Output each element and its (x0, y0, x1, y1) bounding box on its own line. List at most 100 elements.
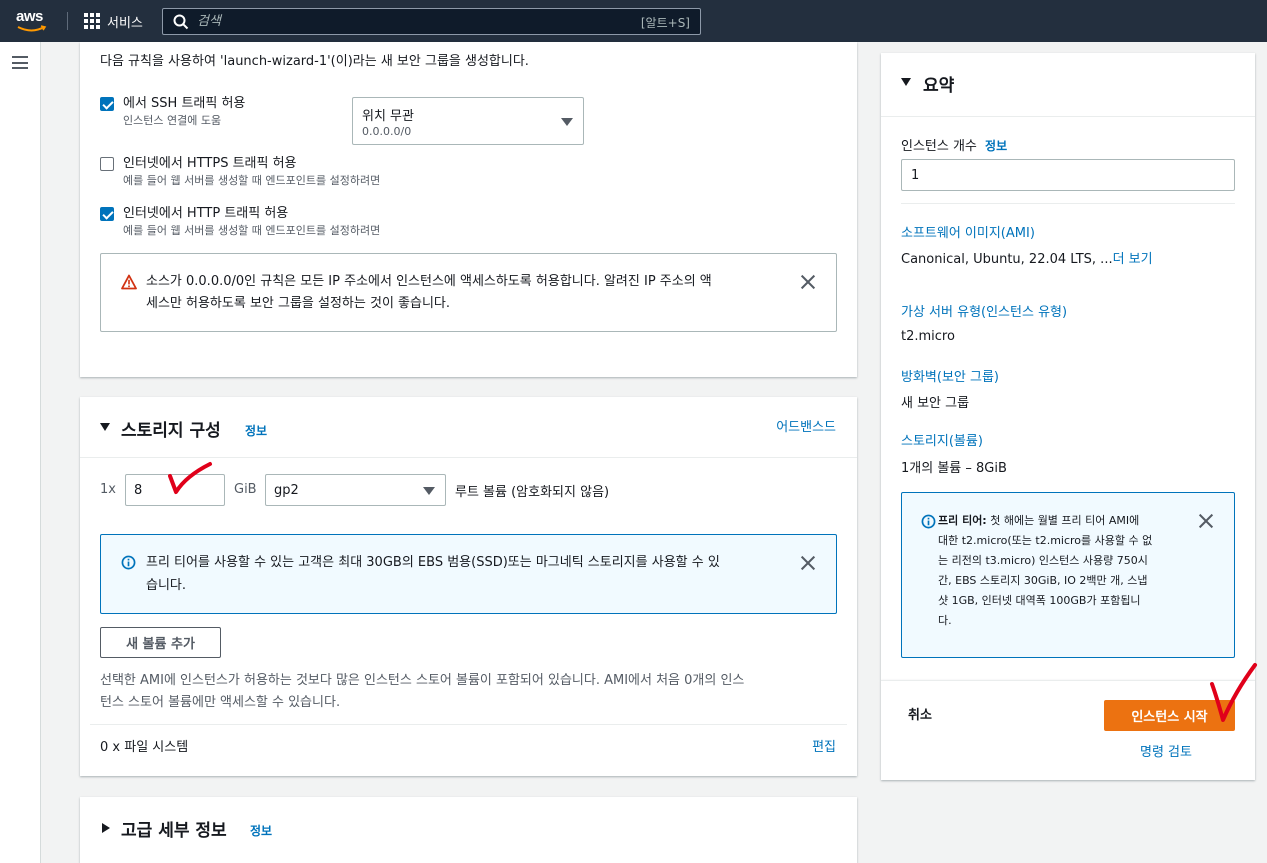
close-icon[interactable] (1199, 514, 1213, 528)
ami-link[interactable]: 소프트웨어 이미지(AMI) (901, 222, 1035, 241)
warning-text-line: 소스가 0.0.0.0/0인 규칙은 모든 IP 주소에서 인스턴스에 액세스하… (146, 274, 712, 289)
caret-down-icon (561, 118, 573, 126)
cancel-button[interactable]: 취소 (908, 704, 932, 723)
free-tier-line: 는 리전의 t3.micro) 인스턴스 사용량 750시 (938, 554, 1148, 567)
instance-type-link[interactable]: 가상 서버 유형(인스턴스 유형) (901, 301, 1067, 320)
summary-panel: 요약 인스턴스 개수 정보 소프트웨어 이미지(AMI) Canonical, … (881, 53, 1255, 680)
http-sublabel: 예를 들어 웹 서버를 생성할 때 엔드포인트를 설정하려면 (123, 224, 381, 237)
storage-info-line: 습니다. (146, 578, 187, 593)
instance-count-info-link[interactable]: 정보 (985, 139, 1007, 153)
aws-smile-icon (17, 25, 47, 32)
https-checkbox[interactable] (100, 157, 114, 171)
free-tier-summary-alert: 프리 티어: 첫 해에는 월별 프리 티어 AMI에 대한 t2.micro(또… (901, 492, 1235, 658)
rule-http: 인터넷에서 HTTP 트래픽 허용 예를 들어 웹 서버를 생성할 때 엔드포인… (100, 205, 380, 239)
top-navigation: aws 서비스 [알트+S] (0, 0, 1267, 42)
source-select-value: 위치 무관 (362, 109, 414, 124)
ami-value-text: Canonical, Ubuntu, 22.04 LTS, ... (901, 252, 1113, 267)
storage-link[interactable]: 스토리지(볼륨) (901, 430, 983, 449)
root-volume-label: 루트 볼륨 (암호화되지 않음) (455, 485, 610, 500)
http-label: 인터넷에서 HTTP 트래픽 허용 (123, 206, 289, 221)
services-label: 서비스 (107, 15, 143, 31)
menu-icon[interactable] (12, 56, 28, 69)
advanced-link[interactable]: 어드밴스드 (776, 416, 836, 435)
expand-icon[interactable] (102, 823, 110, 833)
services-menu-button[interactable]: 서비스 (84, 10, 143, 32)
advanced-title: 고급 세부 정보 (121, 821, 227, 841)
free-tier-line: 대한 t2.micro(또는 t2.micro를 사용할 수 없 (938, 534, 1153, 547)
instance-count-label-text: 인스턴스 개수 (901, 139, 977, 154)
volume-unit: GiB (234, 482, 257, 497)
free-tier-text: 프리 티어: 첫 해에는 월별 프리 티어 AMI에 대한 t2.micro(또… (938, 511, 1186, 631)
storage-title: 스토리지 구성 (121, 421, 221, 441)
instance-count-input[interactable] (901, 159, 1235, 191)
summary-title: 요약 (923, 76, 955, 96)
summary-header: 요약 (881, 53, 1255, 117)
volume-multiplier: 1x (100, 482, 116, 497)
free-tier-line-text: 첫 해에는 월별 프리 티어 AMI에 (986, 514, 1140, 527)
check-mark-annotation (1210, 663, 1257, 722)
free-tier-line: 샷 1GB, 인터넷 대역폭 100GB가 포함됩니 (938, 594, 1141, 607)
instance-store-note: 선택한 AMI에 인스턴스가 허용하는 것보다 많은 인스턴스 스토어 볼륨이 … (100, 670, 840, 714)
search-icon (173, 14, 189, 30)
free-tier-line: 프리 티어: 첫 해에는 월별 프리 티어 AMI에 (938, 511, 1186, 531)
collapse-icon[interactable] (100, 423, 110, 431)
close-icon[interactable] (801, 275, 815, 289)
file-systems-label: 0 x 파일 시스템 (100, 740, 189, 755)
storage-info-link[interactable]: 정보 (245, 422, 267, 439)
warning-icon (121, 274, 137, 290)
search-shortcut: [알트+S] (640, 16, 690, 30)
free-tier-bold: 프리 티어: (938, 514, 987, 527)
instance-count-label: 인스턴스 개수 정보 (901, 135, 1007, 154)
nav-divider (67, 12, 68, 30)
ami-more-link[interactable]: 더 보기 (1113, 252, 1153, 267)
note-line: 턴스 스토어 볼륨에만 액세스할 수 있습니다. (100, 695, 341, 710)
ami-value: Canonical, Ubuntu, 22.04 LTS, ...더 보기 (901, 248, 1153, 267)
warning-text: 소스가 0.0.0.0/0인 규칙은 모든 IP 주소에서 인스턴스에 액세스하… (146, 271, 786, 315)
source-select-cidr: 0.0.0.0/0 (362, 125, 412, 138)
instance-type-value: t2.micro (901, 329, 955, 344)
search-box[interactable]: [알트+S] (162, 8, 701, 35)
security-group-description: 다음 규칙을 사용하여 'launch-wizard-1'(이)라는 새 보안 … (100, 54, 529, 69)
storage-panel: 스토리지 구성 정보 어드밴스드 1x GiB gp2 루트 볼륨 (암호화되지… (80, 397, 857, 776)
https-sublabel: 예를 들어 웹 서버를 생성할 때 엔드포인트를 설정하려면 (123, 174, 381, 187)
aws-logo[interactable]: aws (16, 8, 56, 34)
caret-down-icon (423, 487, 435, 495)
volume-type-select[interactable]: gp2 (265, 474, 446, 506)
https-label: 인터넷에서 HTTPS 트래픽 허용 (123, 156, 297, 171)
aws-logo-text: aws (16, 8, 43, 25)
ssh-label: 에서 SSH 트래픽 허용 (123, 96, 246, 111)
divider (90, 724, 847, 725)
http-checkbox[interactable] (100, 207, 114, 221)
firewall-value: 새 보안 그룹 (901, 396, 970, 411)
left-rail (0, 42, 41, 863)
grid-icon (84, 13, 100, 29)
storage-info-text: 프리 티어를 사용할 수 있는 고객은 최대 30GB의 EBS 범용(SSD)… (146, 551, 786, 597)
free-tier-storage-alert: 프리 티어를 사용할 수 있는 고객은 최대 30GB의 EBS 범용(SSD)… (100, 534, 837, 614)
advanced-info-link[interactable]: 정보 (250, 822, 272, 839)
security-warning-alert: 소스가 0.0.0.0/0인 규칙은 모든 IP 주소에서 인스턴스에 액세스하… (100, 253, 837, 332)
review-commands-link[interactable]: 명령 검토 (1140, 741, 1192, 760)
advanced-details-panel[interactable]: 고급 세부 정보 정보 (80, 797, 857, 863)
info-icon (121, 555, 136, 570)
add-volume-button[interactable]: 새 볼륨 추가 (100, 627, 221, 658)
ssh-checkbox[interactable] (100, 97, 114, 111)
warning-text-line: 세스만 허용하도록 보안 그룹을 설정하는 것이 좋습니다. (146, 296, 451, 311)
free-tier-line: 간, EBS 스토리지 30GiB, IO 2백만 개, 스냅 (938, 574, 1148, 587)
firewall-link[interactable]: 방화벽(보안 그룹) (901, 366, 999, 385)
rule-https: 인터넷에서 HTTPS 트래픽 허용 예를 들어 웹 서버를 생성할 때 엔드포… (100, 155, 380, 189)
security-group-panel: 다음 규칙을 사용하여 'launch-wizard-1'(이)라는 새 보안 … (80, 42, 857, 377)
summary-footer: 취소 인스턴스 시작 명령 검토 (881, 680, 1255, 780)
ssh-source-select[interactable]: 위치 무관 0.0.0.0/0 (352, 97, 584, 145)
note-line: 선택한 AMI에 인스턴스가 허용하는 것보다 많은 인스턴스 스토어 볼륨이 … (100, 673, 745, 688)
search-input[interactable] (197, 12, 617, 31)
ssh-sublabel: 인스턴스 연결에 도움 (123, 114, 222, 127)
storage-info-line: 프리 티어를 사용할 수 있는 고객은 최대 30GB의 EBS 범용(SSD)… (146, 555, 720, 570)
info-icon (921, 514, 936, 529)
edit-file-systems-link[interactable]: 편집 (812, 736, 836, 755)
close-icon[interactable] (801, 556, 815, 570)
rule-ssh: 에서 SSH 트래픽 허용 인스턴스 연결에 도움 (100, 95, 245, 129)
free-tier-line: 다. (938, 614, 952, 627)
check-mark-annotation (168, 462, 212, 494)
collapse-icon[interactable] (901, 78, 911, 86)
storage-value: 1개의 볼륨 – 8GiB (901, 461, 1007, 476)
